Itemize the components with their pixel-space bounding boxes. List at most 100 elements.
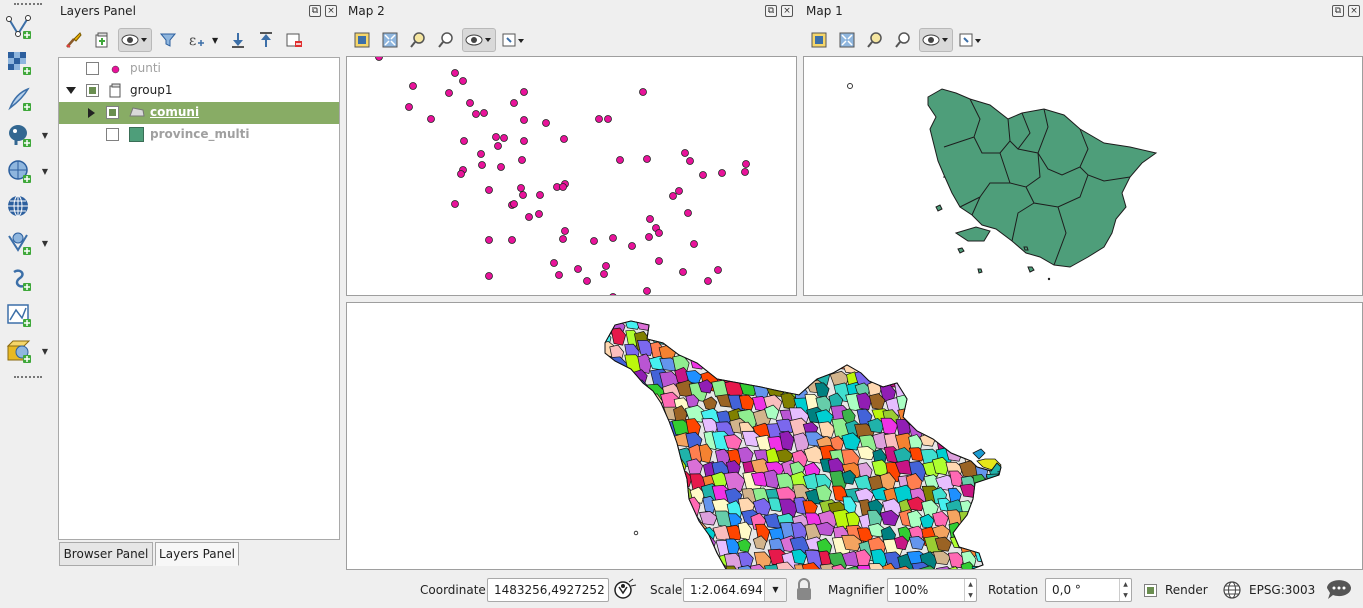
expand-all-icon[interactable]: [226, 28, 250, 52]
comune-polygon: [672, 514, 688, 529]
chevron-down-icon[interactable]: ▼: [40, 166, 50, 176]
add-delimited-text-icon[interactable]: [4, 84, 34, 114]
add-postgis-layer-icon[interactable]: [4, 120, 34, 150]
layer-row-group1[interactable]: group1: [59, 80, 339, 102]
add-wfs-layer-icon[interactable]: [4, 228, 34, 258]
main-map-canvas[interactable]: [346, 302, 1363, 570]
style-manager-icon[interactable]: [62, 28, 86, 52]
add-raster-layer-icon[interactable]: [4, 48, 34, 78]
comune-polygon: [869, 358, 890, 380]
visibility-preset-dropdown[interactable]: [919, 28, 953, 52]
chevron-down-icon[interactable]: ▼: [764, 579, 786, 601]
comune-polygon: [833, 344, 850, 361]
crs-label[interactable]: EPSG:3003: [1249, 583, 1315, 597]
comune-polygon: [907, 366, 922, 387]
close-icon[interactable]: ×: [325, 5, 337, 17]
layer-row-comuni[interactable]: comuni: [59, 102, 339, 124]
chevron-down-icon[interactable]: ▼: [40, 130, 50, 140]
toggle-extents-icon[interactable]: [613, 577, 637, 603]
add-spatialite-layer-icon[interactable]: [4, 264, 34, 294]
map-point: [714, 266, 722, 274]
float-icon[interactable]: ⧉: [1332, 5, 1344, 17]
add-wms-layer-icon[interactable]: [4, 156, 34, 186]
tab-layers-panel[interactable]: Layers Panel: [155, 542, 239, 566]
comune-polygon: [789, 342, 804, 361]
map-settings-dropdown[interactable]: [957, 28, 985, 52]
rotation-spinner[interactable]: ▲ ▼: [1119, 579, 1131, 601]
toolbar-grip[interactable]: [14, 3, 42, 5]
comune-polygon: [788, 321, 808, 334]
scale-field[interactable]: 1:2.064.694 ▼: [683, 578, 787, 602]
comune-polygon: [607, 475, 623, 495]
magnifier-field[interactable]: 100% ▲ ▼: [887, 578, 977, 602]
layer-visibility-checkbox[interactable]: [86, 62, 99, 75]
comune-polygon: [841, 321, 860, 335]
comune-polygon: [988, 563, 1001, 569]
float-icon[interactable]: ⧉: [309, 5, 321, 17]
layer-row-province-multi[interactable]: province_multi: [59, 124, 339, 146]
messages-icon[interactable]: [1325, 578, 1353, 602]
collapse-all-icon[interactable]: [254, 28, 278, 52]
crs-globe-icon[interactable]: [1222, 580, 1242, 600]
comune-polygon: [622, 460, 637, 476]
expand-arrow-icon[interactable]: [66, 87, 76, 95]
zoom-full-icon[interactable]: [807, 28, 831, 52]
map1-canvas[interactable]: [803, 56, 1363, 296]
comune-polygon: [636, 394, 657, 411]
expand-arrow-icon[interactable]: [88, 108, 96, 118]
map2-canvas[interactable]: [346, 56, 797, 296]
comune-polygon: [923, 355, 939, 374]
visibility-preset-dropdown[interactable]: [118, 28, 152, 52]
zoom-in-icon[interactable]: [863, 28, 887, 52]
add-vector-layer-icon[interactable]: [4, 12, 34, 42]
comune-polygon: [971, 512, 986, 527]
close-icon[interactable]: ×: [1348, 5, 1360, 17]
visibility-preset-dropdown[interactable]: [462, 28, 496, 52]
comune-polygon: [619, 523, 642, 540]
render-checkbox[interactable]: [1144, 584, 1157, 597]
map-settings-dropdown[interactable]: [500, 28, 528, 52]
layer-row-punti[interactable]: punti: [59, 58, 339, 80]
chevron-down-icon[interactable]: ▼: [40, 346, 50, 356]
zoom-to-selection-icon[interactable]: [835, 28, 859, 52]
remove-layer-icon[interactable]: [282, 28, 306, 52]
filter-icon[interactable]: [156, 28, 180, 52]
layers-tree[interactable]: punti group1 comuni province_multi: [58, 57, 340, 540]
layer-visibility-checkbox[interactable]: [106, 106, 119, 119]
comune-polygon: [1002, 319, 1019, 336]
toolbar-grip[interactable]: [14, 376, 42, 378]
comune-polygon: [988, 523, 1001, 545]
add-vector-tile-icon[interactable]: [4, 300, 34, 330]
comune-polygon: [1002, 431, 1020, 445]
add-group-icon[interactable]: [90, 28, 114, 52]
chevron-down-icon[interactable]: ▼: [40, 238, 50, 248]
comune-polygon: [633, 423, 652, 444]
tab-browser-panel[interactable]: Browser Panel: [59, 542, 153, 566]
zoom-out-icon[interactable]: [891, 28, 915, 52]
add-wcs-layer-icon[interactable]: [4, 192, 34, 222]
float-icon[interactable]: ⧉: [765, 5, 777, 17]
magnifier-spinner[interactable]: ▲ ▼: [964, 579, 976, 601]
expression-filter-icon[interactable]: ε: [184, 28, 208, 52]
layer-visibility-checkbox[interactable]: [106, 128, 119, 141]
zoom-to-selection-icon[interactable]: [378, 28, 402, 52]
add-virtual-layer-icon[interactable]: [4, 336, 34, 366]
comune-polygon: [885, 353, 901, 368]
comune-polygon: [619, 380, 635, 399]
zoom-full-icon[interactable]: [350, 28, 374, 52]
coordinate-field[interactable]: 1483256,4927252: [487, 578, 609, 602]
rotation-field[interactable]: 0,0 ° ▲ ▼: [1045, 578, 1132, 602]
map-point: [520, 137, 528, 145]
comune-polygon: [605, 525, 613, 546]
lock-scale-icon[interactable]: [794, 578, 814, 602]
comune-polygon: [779, 358, 795, 379]
close-icon[interactable]: ×: [781, 5, 793, 17]
zoom-out-icon[interactable]: [434, 28, 458, 52]
group-visibility-checkbox[interactable]: [86, 84, 99, 97]
left-toolbar: ▼ ▼ ▼ ▼: [0, 0, 55, 570]
map-point: [679, 268, 687, 276]
comune-polygon: [933, 340, 953, 356]
zoom-in-icon[interactable]: [406, 28, 430, 52]
map-point: [445, 89, 453, 97]
chevron-down-icon[interactable]: ▼: [212, 36, 222, 45]
